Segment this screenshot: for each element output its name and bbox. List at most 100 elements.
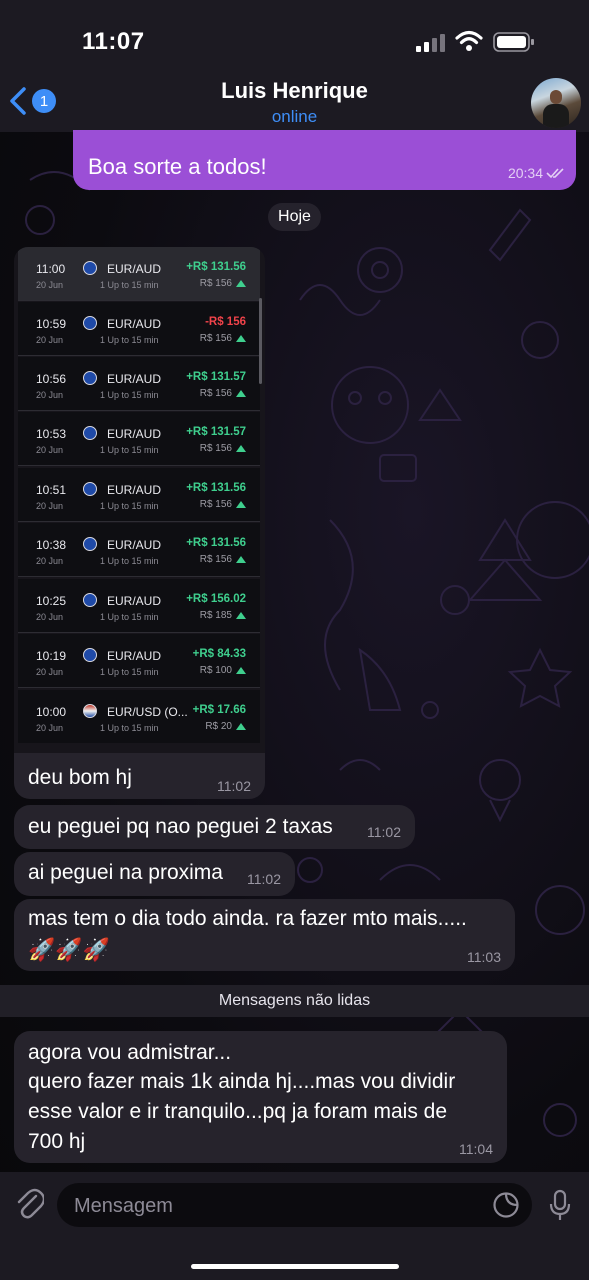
trade-investment: R$ 156 bbox=[199, 333, 232, 344]
usd-flag-icon bbox=[83, 704, 97, 718]
trade-investment: R$ 156 bbox=[199, 499, 232, 510]
trade-investment: R$ 156 bbox=[199, 443, 232, 454]
sticker-icon[interactable] bbox=[492, 1191, 520, 1219]
trade-row: 10:51 20 Jun EUR/AUD 1 Up to 15 min +R$ … bbox=[18, 468, 260, 522]
status-bar: 11:07 bbox=[0, 0, 589, 70]
message-text-line: esse valor e ir tranquilo...pq ja foram … bbox=[28, 1100, 448, 1123]
double-check-icon bbox=[546, 168, 564, 179]
trade-duration: 1 Up to 15 min bbox=[100, 390, 159, 400]
trade-duration: 1 Up to 15 min bbox=[100, 612, 159, 622]
paperclip-icon[interactable] bbox=[14, 1186, 44, 1220]
arrow-up-icon bbox=[236, 667, 246, 674]
clock: 11:07 bbox=[82, 28, 145, 55]
message-text-line: quero fazer mais 1k ainda hj....mas vou … bbox=[28, 1070, 456, 1093]
trade-date: 20 Jun bbox=[36, 667, 64, 677]
incoming-message[interactable]: eu peguei pq nao peguei 2 taxas 11:02 bbox=[14, 805, 415, 849]
trade-time: 10:56 bbox=[36, 372, 67, 386]
aud-flag-icon bbox=[83, 648, 97, 662]
trade-row: 10:38 20 Jun EUR/AUD 1 Up to 15 min +R$ … bbox=[18, 523, 260, 577]
trade-date: 20 Jun bbox=[36, 612, 64, 622]
aud-flag-icon bbox=[83, 316, 97, 330]
trade-date: 20 Jun bbox=[36, 723, 64, 733]
trade-result: +R$ 17.66 bbox=[192, 704, 246, 716]
trade-investment: R$ 20 bbox=[205, 721, 232, 732]
trade-result: +R$ 131.57 bbox=[186, 426, 246, 438]
trade-investment: R$ 156 bbox=[199, 388, 232, 399]
arrow-up-icon bbox=[236, 612, 246, 619]
rocket-emoji: 🚀🚀🚀 bbox=[28, 937, 111, 962]
trade-row: 11:00 20 Jun EUR/AUD 1 Up to 15 min +R$ … bbox=[18, 247, 260, 301]
aud-flag-icon bbox=[83, 371, 97, 385]
trade-pair: EUR/AUD bbox=[107, 483, 162, 497]
avatar[interactable] bbox=[531, 78, 581, 128]
message-time: 11:02 bbox=[367, 824, 401, 840]
microphone-icon[interactable] bbox=[548, 1189, 572, 1223]
trade-time: 10:51 bbox=[36, 483, 67, 497]
trade-duration: 1 Up to 15 min bbox=[100, 335, 159, 345]
trade-duration: 1 Up to 15 min bbox=[100, 501, 159, 511]
battery-icon bbox=[493, 32, 534, 52]
trade-result: +R$ 131.56 bbox=[186, 261, 246, 273]
message-text: eu peguei pq nao peguei 2 taxas bbox=[28, 815, 333, 838]
trade-row: 10:00 20 Jun EUR/USD (O... 1 Up to 15 mi… bbox=[18, 690, 260, 743]
date-separator: Hoje bbox=[268, 203, 321, 231]
trade-time: 11:00 bbox=[36, 262, 66, 276]
message-text-line: agora vou admistrar... bbox=[28, 1041, 232, 1064]
aud-flag-icon bbox=[83, 426, 97, 440]
trade-row: 10:19 20 Jun EUR/AUD 1 Up to 15 min +R$ … bbox=[18, 634, 260, 688]
trade-pair: EUR/AUD bbox=[107, 538, 162, 552]
trade-investment: R$ 185 bbox=[199, 610, 232, 621]
trade-duration: 1 Up to 15 min bbox=[100, 723, 159, 733]
aud-flag-icon bbox=[83, 537, 97, 551]
wifi-icon bbox=[455, 30, 483, 51]
screenshot-scrollbar bbox=[259, 298, 262, 384]
trade-duration: 1 Up to 15 min bbox=[100, 280, 159, 290]
trade-time: 10:59 bbox=[36, 317, 67, 331]
trade-result: +R$ 131.56 bbox=[186, 537, 246, 549]
trade-history-screenshot[interactable]: 11:00 20 Jun EUR/AUD 1 Up to 15 min +R$ … bbox=[14, 247, 265, 753]
contact-status: online bbox=[271, 107, 318, 126]
trade-pair: EUR/AUD bbox=[107, 262, 162, 276]
contact-name: Luis Henrique bbox=[221, 78, 368, 103]
trade-result: +R$ 131.56 bbox=[186, 482, 246, 494]
trade-result: +R$ 84.33 bbox=[192, 648, 246, 660]
message-time: 20:34 bbox=[507, 165, 543, 181]
arrow-up-icon bbox=[236, 445, 246, 452]
trade-date: 20 Jun bbox=[36, 390, 64, 400]
chat-header: 1 Luis Henrique online bbox=[0, 70, 589, 132]
trade-pair: EUR/AUD bbox=[107, 317, 162, 331]
message-text: ai peguei na proxima bbox=[28, 861, 223, 884]
arrow-up-icon bbox=[236, 556, 246, 563]
incoming-message[interactable]: agora vou admistrar... quero fazer mais … bbox=[14, 1031, 507, 1163]
unread-messages-divider: Mensagens não lidas bbox=[0, 985, 589, 1017]
trade-pair: EUR/USD (O... bbox=[107, 705, 188, 719]
aud-flag-icon bbox=[83, 482, 97, 496]
trade-row: 10:56 20 Jun EUR/AUD 1 Up to 15 min +R$ … bbox=[18, 357, 260, 411]
message-time: 11:04 bbox=[459, 1141, 493, 1157]
trade-time: 10:53 bbox=[36, 427, 67, 441]
message-text: deu bom hj bbox=[28, 766, 132, 789]
arrow-up-icon bbox=[236, 280, 246, 287]
aud-flag-icon bbox=[83, 593, 97, 607]
incoming-message[interactable]: mas tem o dia todo ainda. ra fazer mto m… bbox=[14, 899, 515, 971]
trade-date: 20 Jun bbox=[36, 335, 64, 345]
message-input[interactable]: Mensagem bbox=[57, 1183, 532, 1227]
message-time: 11:02 bbox=[217, 778, 251, 794]
message-time: 11:03 bbox=[467, 949, 501, 965]
outgoing-message[interactable]: Boa sorte a todos! 20:34 bbox=[73, 130, 576, 190]
message-text: mas tem o dia todo ainda. ra fazer mto m… bbox=[28, 907, 467, 930]
contact-info[interactable]: Luis Henrique online bbox=[0, 78, 589, 127]
arrow-up-icon bbox=[236, 335, 246, 342]
trade-result: -R$ 156 bbox=[205, 316, 246, 328]
trade-time: 10:19 bbox=[36, 649, 67, 663]
trade-date: 20 Jun bbox=[36, 280, 64, 290]
incoming-message[interactable]: ai peguei na proxima 11:02 bbox=[14, 852, 295, 896]
trade-row: 10:59 20 Jun EUR/AUD 1 Up to 15 min -R$ … bbox=[18, 302, 260, 356]
arrow-up-icon bbox=[236, 390, 246, 397]
trade-pair: EUR/AUD bbox=[107, 372, 162, 386]
incoming-message[interactable]: deu bom hj 11:02 bbox=[14, 753, 265, 799]
cellular-signal-icon bbox=[416, 34, 445, 52]
trade-date: 20 Jun bbox=[36, 501, 64, 511]
message-text: Boa sorte a todos! bbox=[88, 154, 267, 179]
trade-pair: EUR/AUD bbox=[107, 427, 162, 441]
